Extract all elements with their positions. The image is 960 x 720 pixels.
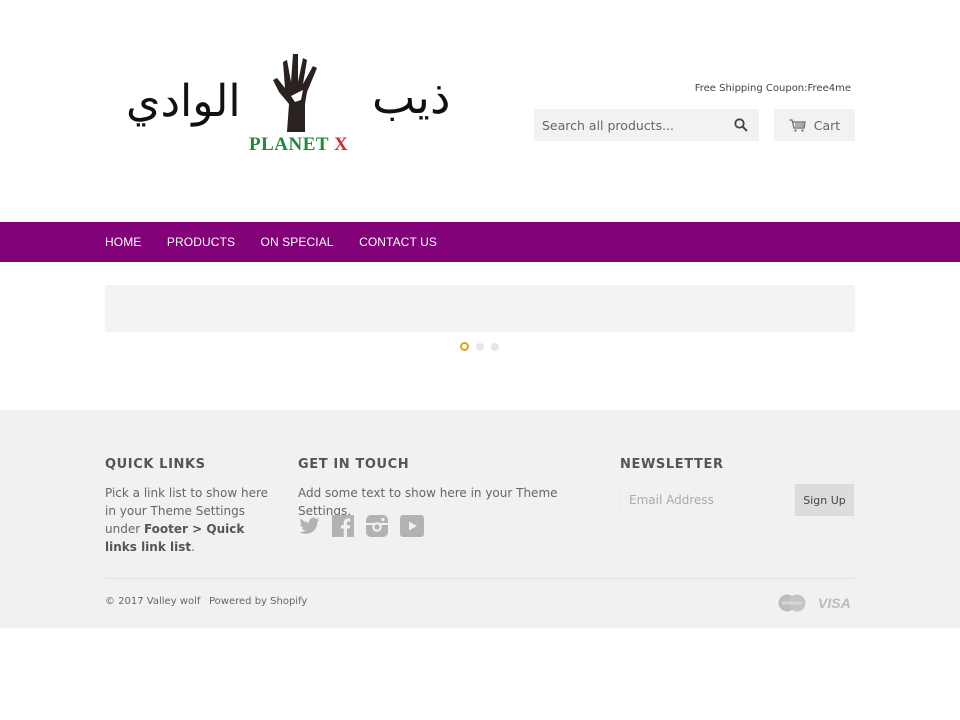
cart-button[interactable]: Cart [774,109,855,141]
twitter-icon[interactable] [298,515,321,537]
mastercard-icon [778,594,806,612]
slideshow-pagination [460,342,499,351]
logo-brand-text: PLANET X [249,134,349,155]
slide-dot-3[interactable] [491,342,499,351]
slide-dot-1[interactable] [460,342,469,351]
search-form [534,109,759,141]
nav-item-products[interactable]: PRODUCTS [167,235,235,249]
cart-icon [789,118,806,132]
cart-label: Cart [813,117,841,133]
search-icon [734,118,748,132]
payment-icons: VISA [778,594,851,612]
main-nav: HOME PRODUCTS ON SPECIAL CONTACT US [0,222,960,262]
logo-arabic-left: الوادي [126,76,241,127]
newsletter-signup-button[interactable]: Sign Up [795,484,854,516]
facebook-icon[interactable] [332,515,355,537]
get-in-touch-title: GET IN TOUCH [298,457,410,472]
social-links [298,515,424,537]
powered-by-link[interactable]: Powered by Shopify [209,596,307,607]
logo-arabic-right: ذيب [372,70,451,124]
newsletter-email-input[interactable] [620,484,795,516]
store-logo[interactable]: الوادي ذيب PLANET X [120,48,450,160]
search-button[interactable] [724,109,758,141]
slideshow-image[interactable] [105,285,855,332]
quick-links-text: Pick a link list to show here in your Th… [105,486,269,554]
copyright-text: © 2017 Valley wolf [105,596,201,607]
visa-icon: VISA [818,595,851,611]
quick-links-title: QUICK LINKS [105,457,206,472]
nav-item-home[interactable]: HOME [105,235,141,249]
hand-icon [273,54,317,132]
search-input[interactable] [534,109,724,141]
nav-item-on-special[interactable]: ON SPECIAL [261,235,334,249]
site-footer: QUICK LINKS Pick a link list to show her… [0,410,960,628]
instagram-icon[interactable] [366,515,389,537]
nav-item-contact-us[interactable]: CONTACT US [359,235,437,249]
youtube-icon[interactable] [400,515,424,537]
newsletter-title: NEWSLETTER [620,457,724,472]
footer-divider [105,578,855,579]
coupon-text: Free Shipping Coupon:Free4me [694,83,851,94]
slide-dot-2[interactable] [476,342,484,351]
